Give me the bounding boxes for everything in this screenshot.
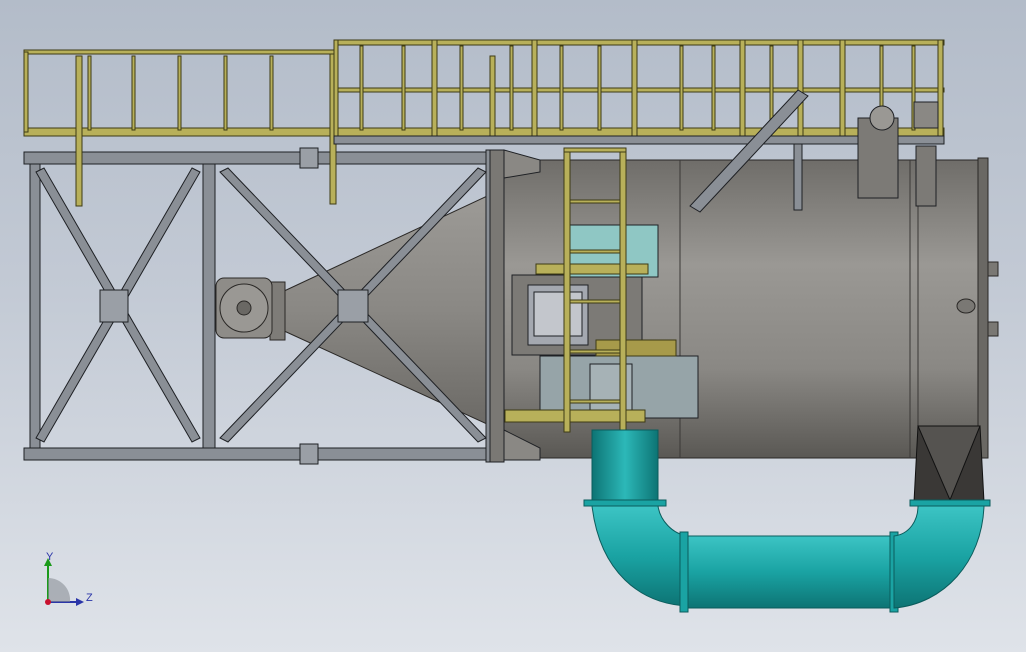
inlet-flange[interactable] — [215, 277, 273, 339]
cad-graphics-viewport[interactable]: Y Z — [0, 0, 1026, 652]
top-actuator-box[interactable] — [857, 101, 939, 207]
view-orientation-triad: Y Z — [44, 551, 93, 606]
y-axis-label: Y — [46, 551, 54, 563]
triad-origin-dot — [45, 599, 51, 605]
assembly-model-view[interactable] — [0, 0, 1026, 652]
z-axis-label: Z — [86, 592, 93, 604]
inlet-cone[interactable] — [269, 189, 501, 431]
outlet-hood[interactable] — [913, 425, 985, 503]
